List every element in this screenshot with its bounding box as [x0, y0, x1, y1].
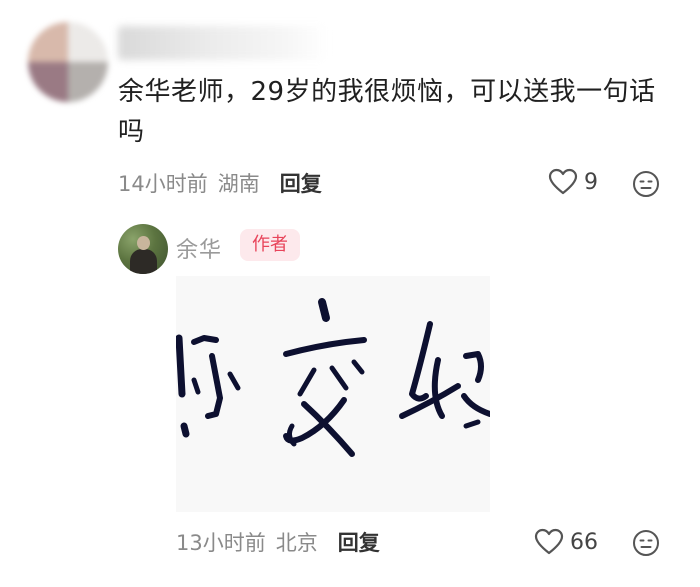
comment-reply-button[interactable]: 回复: [280, 168, 322, 198]
avatar-person-body: [130, 249, 157, 274]
commenter-avatar[interactable]: [28, 22, 108, 102]
reply-like-button[interactable]: 66: [534, 528, 598, 556]
reply-location: 北京: [275, 531, 318, 555]
heart-outline-icon: [534, 528, 564, 555]
avatar-blur-block: [68, 62, 108, 102]
neutral-face-icon[interactable]: [632, 170, 660, 198]
heart-outline-icon: [548, 168, 578, 195]
reply-meta: 13小时前 北京 回复: [176, 527, 380, 557]
neutral-face-icon[interactable]: [632, 529, 660, 557]
handwriting-drawing: [176, 298, 490, 457]
reply-reply-button[interactable]: 回复: [338, 527, 380, 557]
handwriting-image[interactable]: [176, 276, 490, 512]
commenter-username-blurred[interactable]: [118, 26, 328, 60]
author-badge: 作者: [240, 229, 300, 261]
avatar-blur-block: [68, 22, 108, 62]
reply-like-count: 66: [570, 529, 598, 555]
comment-time: 14小时前: [118, 172, 208, 196]
author-name[interactable]: 余华: [176, 232, 222, 264]
avatar-person-head: [137, 236, 150, 250]
comment-like-button[interactable]: 9: [548, 168, 598, 196]
comment-text: 余华老师，29岁的我很烦恼，可以送我一句话吗: [118, 77, 656, 147]
reply-time: 13小时前: [176, 531, 266, 555]
avatar-blur-block: [28, 22, 68, 62]
author-avatar[interactable]: [118, 224, 168, 274]
comment-meta: 14小时前 湖南 回复: [118, 168, 322, 198]
comment-like-count: 9: [584, 169, 598, 195]
comment-location: 湖南: [217, 172, 260, 196]
avatar-blur-block: [28, 62, 68, 102]
